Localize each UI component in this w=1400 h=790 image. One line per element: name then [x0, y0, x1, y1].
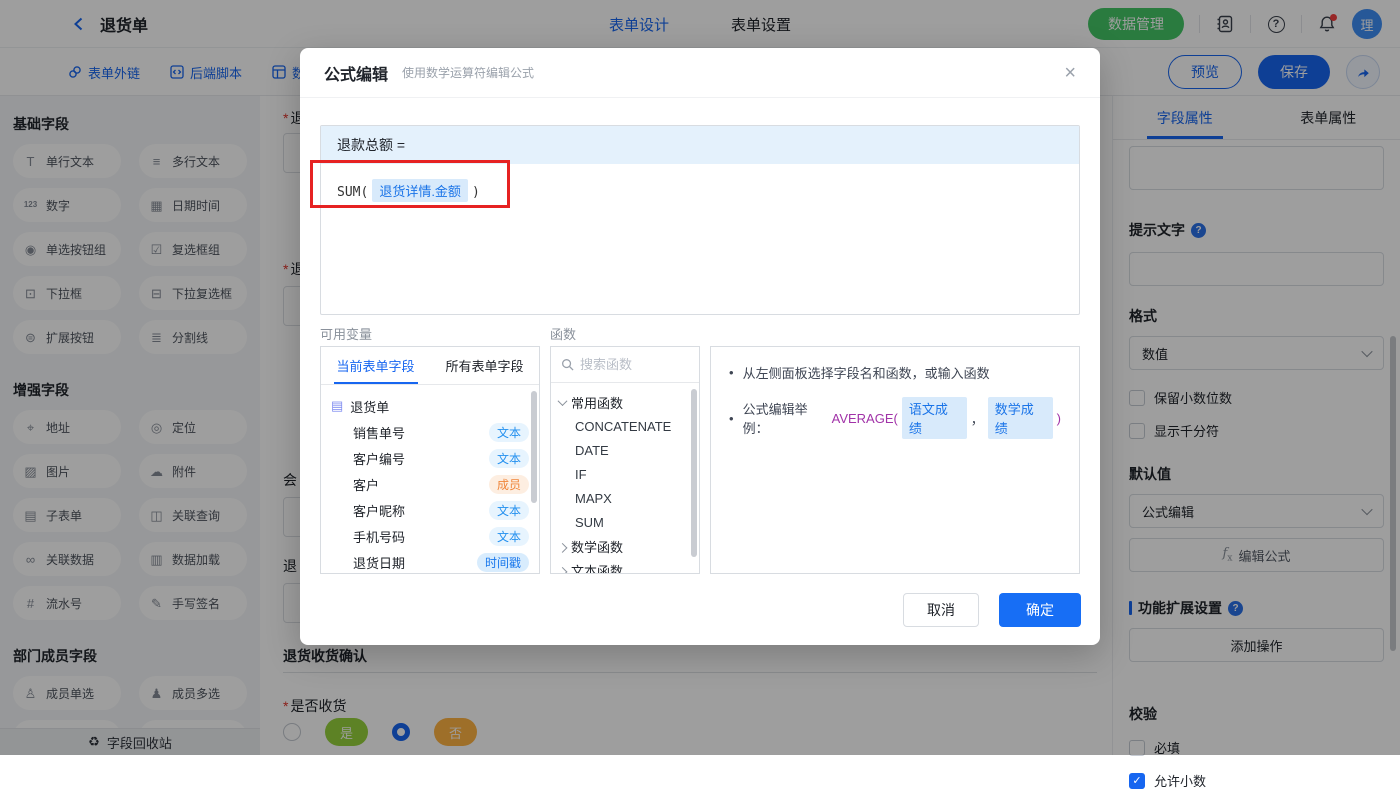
type-badge: 文本 [489, 527, 529, 546]
search-icon [561, 358, 574, 371]
function-item[interactable]: SUM [551, 510, 699, 534]
confirm-button[interactable]: 确定 [999, 593, 1081, 627]
example-chip: 语文成绩 [902, 397, 967, 439]
function-item[interactable]: DATE [551, 438, 699, 462]
checkbox-checked-icon: ✓ [1129, 773, 1145, 789]
variables-panel: 当前表单字段 所有表单字段 ▤ 退货单 销售单号文本 客户编号文本 客户成员 客… [320, 346, 540, 574]
example-chip: 数学成绩 [988, 397, 1053, 439]
modal-title: 公式编辑 [324, 61, 388, 85]
document-icon: ▤ [331, 398, 343, 414]
help-line-1: 从左侧面板选择字段名和函数，或输入函数 [729, 363, 1061, 382]
type-badge: 文本 [489, 423, 529, 442]
type-badge: 成员 [489, 475, 529, 494]
chevron-right-icon [558, 566, 568, 574]
chevron-down-icon [558, 396, 568, 406]
functions-label: 函数 [550, 324, 576, 343]
function-item[interactable]: IF [551, 462, 699, 486]
variables-label: 可用变量 [320, 324, 372, 343]
function-search[interactable] [551, 347, 699, 383]
function-group-text[interactable]: 文本函数 [551, 558, 699, 574]
variable-row[interactable]: 客户昵称文本 [331, 497, 529, 523]
formula-target: 退款总额 = [321, 126, 1079, 164]
type-badge: 文本 [489, 501, 529, 520]
chevron-right-icon [558, 542, 568, 552]
variable-row[interactable]: 手机号码文本 [331, 523, 529, 549]
tree-root-form[interactable]: ▤ 退货单 [331, 393, 529, 419]
tab-all-form-fields[interactable]: 所有表单字段 [430, 347, 539, 384]
functions-panel: 常用函数 CONCATENATE DATE IF MAPX SUM 数学函数 文… [550, 346, 700, 574]
scrollbar-thumb[interactable] [691, 389, 697, 557]
function-group-common[interactable]: 常用函数 [551, 390, 699, 414]
formula-edit-modal: 公式编辑 使用数学运算符编辑公式 × 退款总额 = SUM(退货详情.金额) 可… [300, 48, 1100, 645]
tab-current-form-fields[interactable]: 当前表单字段 [321, 347, 430, 384]
function-group-math[interactable]: 数学函数 [551, 534, 699, 558]
formula-variable-chip[interactable]: 退货详情.金额 [372, 179, 468, 202]
allow-decimal-checkbox[interactable]: ✓ 允许小数 [1129, 771, 1384, 790]
close-icon[interactable]: × [1064, 63, 1076, 83]
type-badge: 文本 [489, 449, 529, 468]
type-badge: 时间戳 [477, 553, 529, 572]
formula-help-panel: 从左侧面板选择字段名和函数，或输入函数 公式编辑举例：AVERAGE(语文成绩，… [710, 346, 1080, 574]
modal-subtitle: 使用数学运算符编辑公式 [402, 64, 534, 81]
variable-row[interactable]: 销售单号文本 [331, 419, 529, 445]
variable-row[interactable]: 客户成员 [331, 471, 529, 497]
cancel-button[interactable]: 取消 [903, 593, 979, 627]
formula-editor[interactable]: 退款总额 = SUM(退货详情.金额) [320, 125, 1080, 315]
scrollbar-thumb[interactable] [531, 391, 537, 503]
variable-row[interactable]: 退货日期时间戳 [331, 549, 529, 574]
help-line-2: 公式编辑举例：AVERAGE(语文成绩，数学成绩) [729, 397, 1061, 439]
search-input[interactable] [580, 357, 680, 372]
function-item[interactable]: MAPX [551, 486, 699, 510]
formula-expression[interactable]: SUM(退货详情.金额) [321, 164, 1079, 217]
function-item[interactable]: CONCATENATE [551, 414, 699, 438]
variable-row[interactable]: 客户编号文本 [331, 445, 529, 471]
